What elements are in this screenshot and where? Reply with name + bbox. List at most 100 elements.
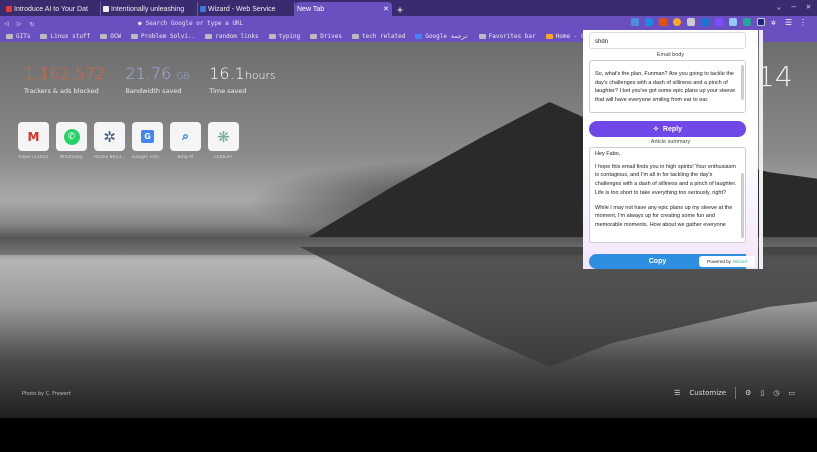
powered-by-text: Powered by bbox=[707, 259, 731, 264]
extension-icon[interactable] bbox=[673, 18, 681, 26]
bookmark[interactable]: Problem Solvi.. bbox=[131, 33, 195, 40]
tab-title: Introduce AI to Your Dat bbox=[14, 5, 88, 13]
youtube-icon bbox=[6, 6, 12, 12]
tab-title: New Tab bbox=[297, 5, 325, 13]
bookmark[interactable]: Favorites bar bbox=[478, 32, 536, 40]
stat-value: 21.76 bbox=[125, 64, 172, 83]
summary-paragraph: I hope this email finds you in high spir… bbox=[595, 163, 737, 196]
search-icon: ⌕ bbox=[170, 122, 201, 151]
extensions-area: ✲ ☰ ⋮ bbox=[631, 18, 807, 27]
bookmark[interactable]: random links bbox=[205, 33, 259, 40]
extension-icon[interactable] bbox=[659, 18, 667, 26]
tab-search-icon[interactable]: ⌄ bbox=[777, 2, 782, 11]
email-body-text: So, what's the plan, Funman? Are you goi… bbox=[595, 71, 736, 104]
extension-icon[interactable] bbox=[715, 18, 723, 26]
bookmark[interactable]: OCW bbox=[100, 33, 121, 40]
profile-icon[interactable]: ☰ bbox=[785, 18, 793, 27]
tab-active[interactable]: New Tab ✕ bbox=[295, 2, 392, 16]
extension-icon[interactable] bbox=[645, 18, 653, 26]
shortcut-puzzle[interactable]: ✲ Puzzle 8053... bbox=[94, 122, 125, 160]
back-icon[interactable]: ◁ bbox=[4, 19, 9, 28]
bookmark-label: Google ترجمة bbox=[425, 32, 469, 40]
tab[interactable]: Introduce AI to Your Dat bbox=[4, 2, 101, 16]
menu-icon[interactable]: ⋮ bbox=[799, 18, 807, 27]
close-tab-icon[interactable]: ✕ bbox=[383, 5, 389, 13]
close-window-icon[interactable]: ✕ bbox=[806, 2, 811, 11]
stat-value: 1,162,572 bbox=[24, 64, 106, 83]
tab-title: Intentionally unleashing bbox=[111, 5, 185, 13]
minimize-icon[interactable]: – bbox=[791, 2, 796, 11]
bookmark[interactable]: tech related bbox=[351, 32, 406, 40]
bookmark[interactable]: Linux stuff bbox=[40, 33, 90, 40]
site-icon bbox=[103, 6, 109, 12]
article-summary-textarea[interactable]: Hey Fabo, I hope this email finds you in… bbox=[589, 147, 746, 243]
bookmarks-icon[interactable]: ▯ bbox=[760, 389, 764, 397]
extension-icon[interactable] bbox=[729, 18, 737, 26]
history-icon[interactable]: ◷ bbox=[773, 389, 779, 397]
bookmark-label: Favorites bar bbox=[488, 32, 536, 40]
forward-icon[interactable]: ▷ bbox=[17, 19, 22, 28]
reload-icon[interactable]: ↻ bbox=[30, 19, 35, 28]
rewards-icon[interactable]: ▭ bbox=[788, 389, 795, 397]
shortcut-bing-ai[interactable]: ⌕ Bing AI bbox=[170, 122, 201, 160]
puzzle-icon[interactable]: ✲ bbox=[771, 18, 779, 27]
photo-credit[interactable]: Photo by C. Frewert bbox=[22, 391, 71, 397]
stat-trackers: 1,162,572 Trackers & ads blocked bbox=[24, 64, 105, 95]
puzzle-icon: ✲ bbox=[94, 122, 125, 151]
bookmark-label: typing bbox=[278, 32, 301, 40]
shortcut-label: Puzzle 8053... bbox=[94, 155, 125, 160]
customize-icon[interactable]: ☰ bbox=[674, 389, 680, 397]
scrollbar[interactable] bbox=[741, 173, 744, 238]
gmail-icon: M bbox=[18, 122, 49, 151]
email-body-textarea[interactable]: So, what's the plan, Funman? Are you goi… bbox=[589, 60, 746, 113]
translate-icon: G bbox=[132, 122, 163, 151]
scrollbar[interactable] bbox=[741, 65, 744, 100]
stat-time: 16.1hours Time saved bbox=[209, 64, 276, 95]
sparkle-icon: ✧ bbox=[653, 126, 659, 133]
shortcut-label: Google Tran... bbox=[132, 155, 163, 160]
shortcut-chatgpt[interactable]: ❋ ChatGPT bbox=[208, 122, 239, 160]
folder-icon bbox=[268, 33, 276, 39]
stat-unit: GB bbox=[176, 72, 190, 82]
extension-icon[interactable] bbox=[631, 18, 639, 26]
address-bar[interactable]: ● Search Google or type a URL bbox=[138, 17, 558, 29]
subject-field[interactable]: shdn bbox=[589, 32, 746, 49]
extension-icon[interactable] bbox=[687, 18, 695, 26]
tab[interactable]: Intentionally unleashing bbox=[101, 2, 198, 16]
settings-icon[interactable]: ⚙ bbox=[745, 389, 751, 397]
shortcut-label: ChatGPT bbox=[213, 155, 234, 160]
stat-unit: hours bbox=[244, 69, 276, 82]
shortcut-gmail[interactable]: M Inbox (2,002) bbox=[18, 122, 49, 160]
customize-button[interactable]: Customize bbox=[689, 389, 726, 397]
extension-icon[interactable] bbox=[701, 18, 709, 26]
folder-icon bbox=[310, 33, 318, 39]
brand-name: Wizard bbox=[732, 259, 747, 264]
stat-bandwidth: 21.76 GB Bandwidth saved bbox=[125, 64, 189, 95]
tab-title: Wizard - Web Service bbox=[208, 5, 276, 13]
reply-button[interactable]: ✧ Reply bbox=[589, 121, 746, 137]
stat-label: Time saved bbox=[209, 87, 247, 95]
popup-scrollbar[interactable] bbox=[759, 30, 763, 269]
extension-icon[interactable] bbox=[743, 18, 751, 26]
folder-icon bbox=[6, 33, 13, 39]
bookmark[interactable]: GITs bbox=[6, 33, 30, 40]
bookmark[interactable]: typing bbox=[268, 32, 301, 40]
reply-label: Reply bbox=[662, 125, 682, 133]
bookmark[interactable]: Google ترجمة bbox=[415, 32, 469, 40]
folder-icon bbox=[478, 33, 486, 39]
shortcut-google-translate[interactable]: G Google Tran... bbox=[132, 122, 163, 160]
bookmark-label: tech related bbox=[361, 32, 406, 40]
tab[interactable]: Wizard - Web Service bbox=[198, 2, 295, 16]
divider bbox=[735, 387, 737, 399]
translate-icon bbox=[415, 33, 423, 39]
powered-by-badge[interactable]: Powered by Wizard bbox=[699, 256, 755, 267]
summary-greeting: Hey Fabo, bbox=[595, 151, 621, 157]
shortcut-whatsapp[interactable]: ✆ WhatsApp bbox=[56, 122, 87, 160]
summary-paragraph: While I may not have any epic plans up m… bbox=[595, 204, 733, 228]
wizard-extension-icon[interactable] bbox=[757, 18, 765, 26]
new-tab-button[interactable]: + bbox=[392, 5, 408, 16]
stats-panel: 1,162,572 Trackers & ads blocked 21.76 GB… bbox=[24, 64, 276, 95]
bookmark[interactable]: Drives bbox=[310, 33, 342, 40]
bottom-toolbar: ☰ Customize ⚙ ▯ ◷ ▭ bbox=[674, 387, 795, 399]
wizard-extension-popup: shdn Email body So, what's the plan, Fun… bbox=[583, 30, 758, 269]
